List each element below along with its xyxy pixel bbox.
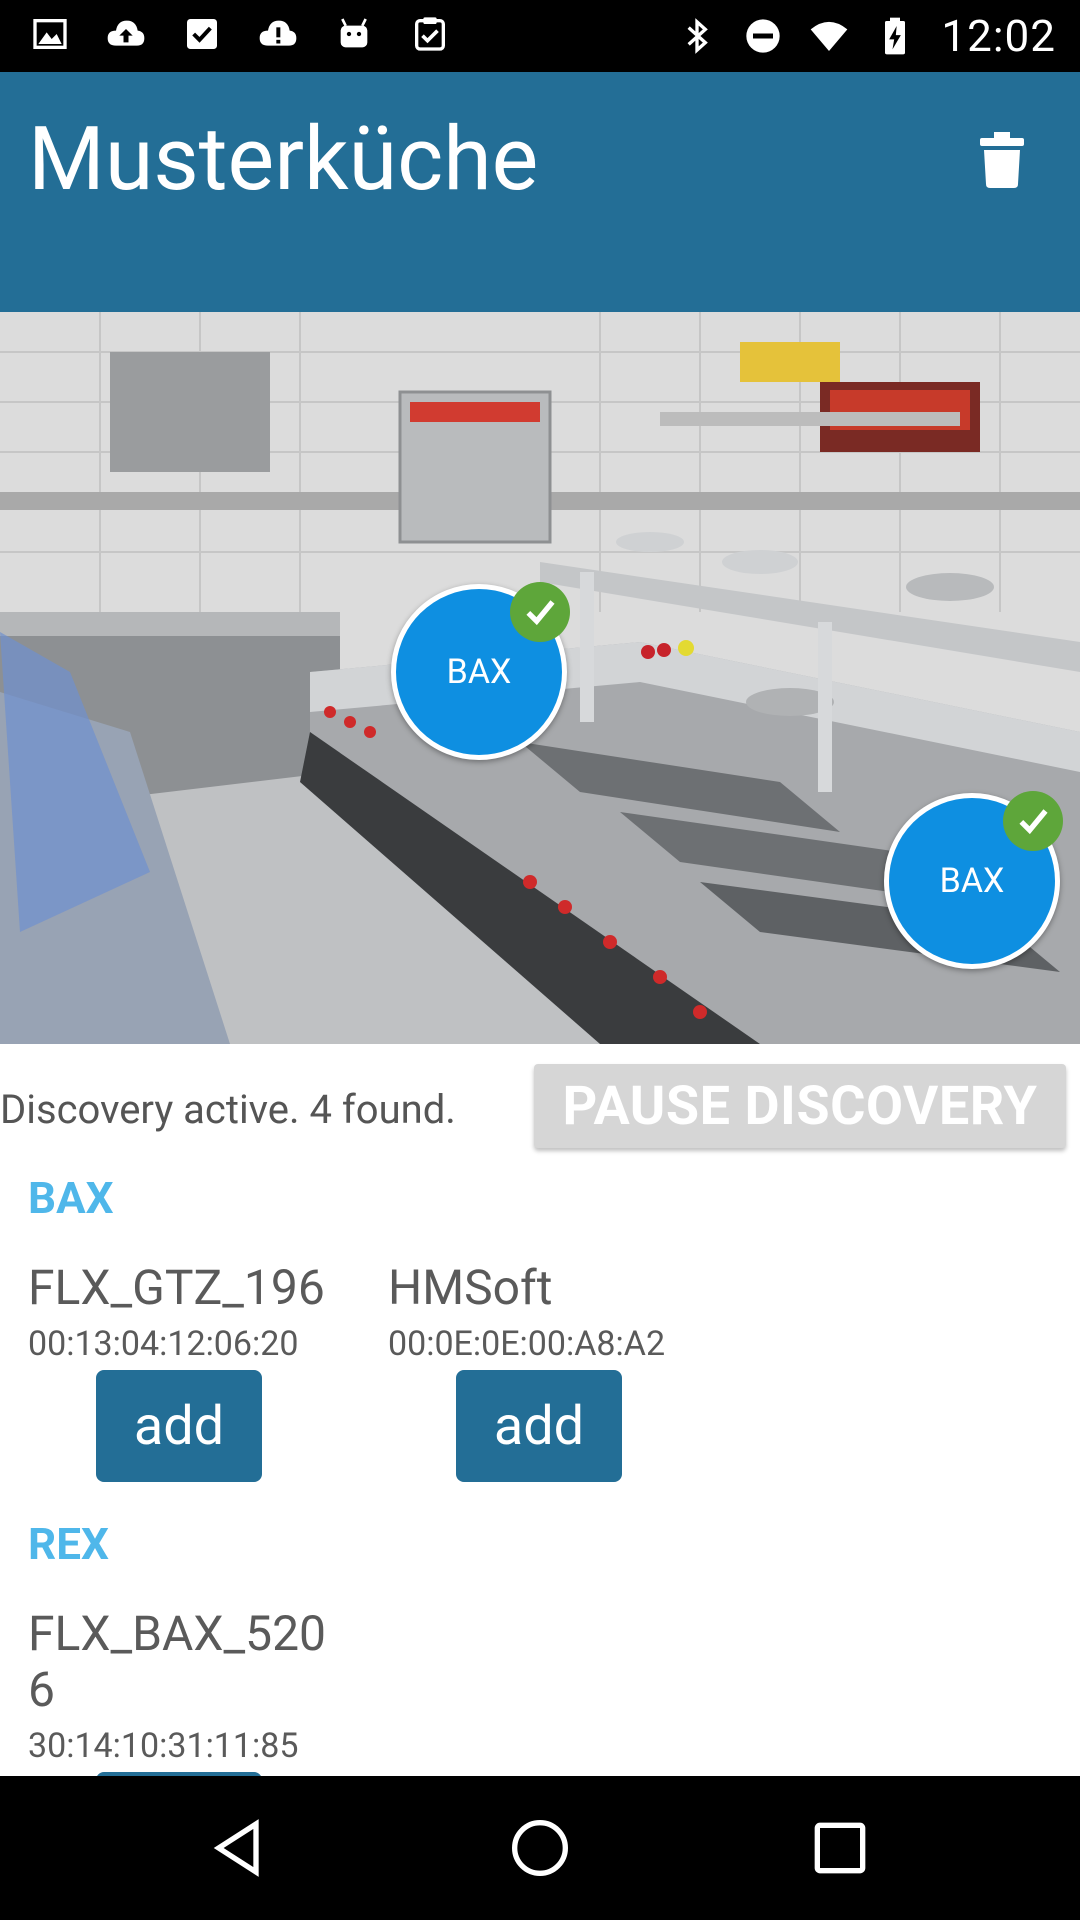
checkbox-icon [182,14,222,54]
navigation-bar [0,1776,1080,1920]
device-name: FLX_BAX_5206 [28,1605,327,1718]
back-icon [213,1819,259,1877]
pause-discovery-button[interactable]: PAUSE DISCOVERY [534,1064,1066,1148]
device-mac: 30:14:10:31:11:85 [28,1726,299,1766]
cloud-alert-icon [258,14,298,54]
device-marker-label: BAX [939,861,1005,901]
device-card: HMSoft 00:0E:0E:00:A8:A2 [388,1260,708,1366]
trash-icon [980,132,1024,188]
system-status-icons: 12:02 [677,10,1056,62]
device-mac: 00:0E:0E:00:A8:A2 [388,1324,666,1364]
status-bar: 12:02 [0,0,1080,72]
clock: 12:02 [941,10,1056,62]
discovery-status: Discovery active. 4 found. [0,1086,456,1133]
device-name: HMSoft [388,1259,553,1316]
delete-button[interactable] [970,128,1034,192]
device-name: FLX_GTZ_196 [28,1259,325,1316]
bluetooth-icon [677,14,717,58]
kitchen-image[interactable]: BAX BAX [0,312,1080,1044]
section-heading-bax: BAX [28,1172,114,1224]
android-icon [334,14,374,54]
notification-icons [30,14,450,54]
wifi-icon [809,14,849,58]
app-screen: 12:02 Musterküche BAX BAX Discovery acti… [0,0,1080,1920]
section-heading-rex: REX [28,1518,109,1570]
add-device-button[interactable]: add [456,1370,622,1482]
cloud-upload-icon [106,14,146,54]
page-title: Musterküche [28,108,539,211]
battery-charging-icon [875,14,915,58]
image-icon [30,14,70,54]
clipboard-check-icon [410,14,450,54]
check-icon [1019,809,1048,835]
check-badge [1003,791,1063,851]
add-device-button[interactable]: add [96,1370,262,1482]
home-button[interactable] [504,1812,576,1884]
device-card: FLX_BAX_5206 30:14:10:31:11:85 [28,1606,338,1768]
check-badge [510,582,570,642]
recents-icon [814,1822,866,1874]
home-icon [512,1820,568,1876]
device-mac: 00:13:04:12:06:20 [28,1324,299,1364]
device-card: FLX_GTZ_196 00:13:04:12:06:20 [28,1260,348,1366]
do-not-disturb-icon [743,14,783,58]
device-marker-label: BAX [446,652,512,692]
check-icon [526,600,555,626]
recents-button[interactable] [804,1812,876,1884]
back-button[interactable] [204,1812,276,1884]
